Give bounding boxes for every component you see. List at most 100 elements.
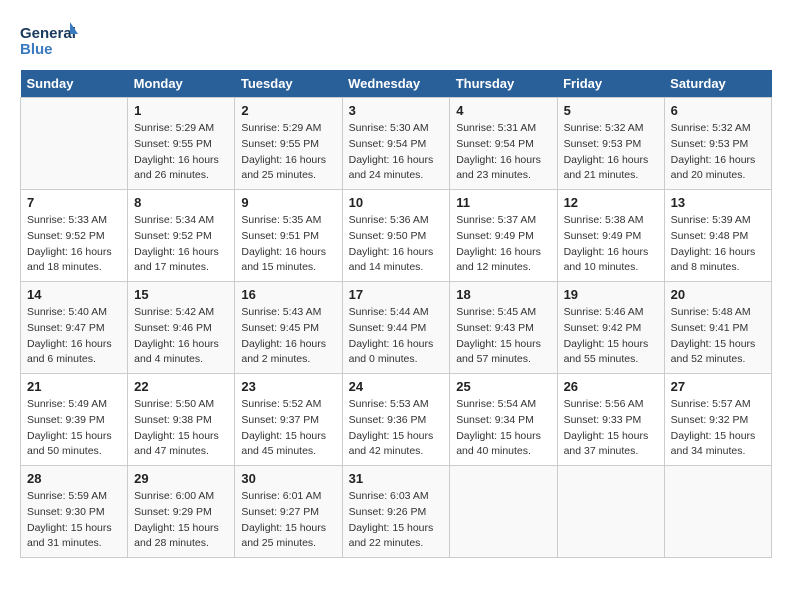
calendar-cell: 14 Sunrise: 5:40 AM Sunset: 9:47 PM Dayli…	[21, 282, 128, 374]
svg-text:Blue: Blue	[20, 41, 53, 58]
day-info: Sunrise: 5:57 AM Sunset: 9:32 PM Dayligh…	[671, 397, 765, 460]
weekday-header-cell: Tuesday	[235, 70, 342, 98]
calendar-cell	[450, 466, 557, 558]
calendar-cell: 28 Sunrise: 5:59 AM Sunset: 9:30 PM Dayli…	[21, 466, 128, 558]
day-number: 10	[349, 195, 444, 210]
day-info: Sunrise: 5:50 AM Sunset: 9:38 PM Dayligh…	[134, 397, 228, 460]
day-number: 17	[349, 287, 444, 302]
day-number: 19	[564, 287, 658, 302]
day-number: 2	[241, 103, 335, 118]
day-number: 28	[27, 471, 121, 486]
day-info: Sunrise: 5:29 AM Sunset: 9:55 PM Dayligh…	[241, 121, 335, 184]
weekday-header-cell: Thursday	[450, 70, 557, 98]
day-info: Sunrise: 5:38 AM Sunset: 9:49 PM Dayligh…	[564, 213, 658, 276]
calendar-cell	[664, 466, 771, 558]
calendar-cell: 15Sunrise: 5:42 AM Sunset: 9:46 PM Dayli…	[128, 282, 235, 374]
day-info: Sunrise: 5:30 AM Sunset: 9:54 PM Dayligh…	[349, 121, 444, 184]
day-number: 31	[349, 471, 444, 486]
day-info: Sunrise: 5:29 AM Sunset: 9:55 PM Dayligh…	[134, 121, 228, 184]
calendar-cell: 21 Sunrise: 5:49 AM Sunset: 9:39 PM Dayli…	[21, 374, 128, 466]
calendar-cell: 10 Sunrise: 5:36 AM Sunset: 9:50 PM Dayli…	[342, 190, 450, 282]
day-info: Sunrise: 5:52 AM Sunset: 9:37 PM Dayligh…	[241, 397, 335, 460]
day-number: 8	[134, 195, 228, 210]
day-number: 3	[349, 103, 444, 118]
calendar-cell: 31 Sunrise: 6:03 AM Sunset: 9:26 PM Dayli…	[342, 466, 450, 558]
calendar-cell: 25Sunrise: 5:54 AM Sunset: 9:34 PM Dayli…	[450, 374, 557, 466]
calendar-week-row: 1 Sunrise: 5:29 AM Sunset: 9:55 PM Daylig…	[21, 98, 772, 190]
day-number: 18	[456, 287, 550, 302]
day-info: Sunrise: 5:45 AM Sunset: 9:43 PM Dayligh…	[456, 305, 550, 368]
calendar-week-row: 28 Sunrise: 5:59 AM Sunset: 9:30 PM Dayli…	[21, 466, 772, 558]
calendar-cell: 19 Sunrise: 5:46 AM Sunset: 9:42 PM Dayli…	[557, 282, 664, 374]
day-number: 23	[241, 379, 335, 394]
calendar-cell: 13 Sunrise: 5:39 AM Sunset: 9:48 PM Dayli…	[664, 190, 771, 282]
svg-text:General: General	[20, 25, 76, 42]
day-number: 16	[241, 287, 335, 302]
calendar-cell: 4Sunrise: 5:31 AM Sunset: 9:54 PM Daylig…	[450, 98, 557, 190]
day-info: Sunrise: 6:01 AM Sunset: 9:27 PM Dayligh…	[241, 489, 335, 552]
logo: GeneralBlue	[20, 20, 80, 60]
weekday-header-cell: Friday	[557, 70, 664, 98]
day-number: 13	[671, 195, 765, 210]
calendar-cell: 30Sunrise: 6:01 AM Sunset: 9:27 PM Dayli…	[235, 466, 342, 558]
day-info: Sunrise: 5:40 AM Sunset: 9:47 PM Dayligh…	[27, 305, 121, 368]
day-number: 20	[671, 287, 765, 302]
calendar-cell: 1 Sunrise: 5:29 AM Sunset: 9:55 PM Daylig…	[128, 98, 235, 190]
day-info: Sunrise: 5:49 AM Sunset: 9:39 PM Dayligh…	[27, 397, 121, 460]
day-info: Sunrise: 5:32 AM Sunset: 9:53 PM Dayligh…	[564, 121, 658, 184]
page-header: GeneralBlue	[20, 20, 772, 60]
calendar-cell: 5 Sunrise: 5:32 AM Sunset: 9:53 PM Daylig…	[557, 98, 664, 190]
calendar-cell: 12 Sunrise: 5:38 AM Sunset: 9:49 PM Dayli…	[557, 190, 664, 282]
weekday-header-cell: Wednesday	[342, 70, 450, 98]
calendar-cell: 6Sunrise: 5:32 AM Sunset: 9:53 PM Daylig…	[664, 98, 771, 190]
calendar-cell	[21, 98, 128, 190]
day-info: Sunrise: 5:37 AM Sunset: 9:49 PM Dayligh…	[456, 213, 550, 276]
calendar-cell: 24Sunrise: 5:53 AM Sunset: 9:36 PM Dayli…	[342, 374, 450, 466]
calendar-cell: 22Sunrise: 5:50 AM Sunset: 9:38 PM Dayli…	[128, 374, 235, 466]
calendar-cell: 27Sunrise: 5:57 AM Sunset: 9:32 PM Dayli…	[664, 374, 771, 466]
calendar-cell: 9 Sunrise: 5:35 AM Sunset: 9:51 PM Daylig…	[235, 190, 342, 282]
weekday-header-cell: Saturday	[664, 70, 771, 98]
calendar-cell: 8 Sunrise: 5:34 AM Sunset: 9:52 PM Daylig…	[128, 190, 235, 282]
calendar-cell: 18 Sunrise: 5:45 AM Sunset: 9:43 PM Dayli…	[450, 282, 557, 374]
day-number: 21	[27, 379, 121, 394]
logo-svg: GeneralBlue	[20, 20, 80, 60]
day-number: 1	[134, 103, 228, 118]
day-info: Sunrise: 5:35 AM Sunset: 9:51 PM Dayligh…	[241, 213, 335, 276]
day-number: 29	[134, 471, 228, 486]
calendar-cell: 26Sunrise: 5:56 AM Sunset: 9:33 PM Dayli…	[557, 374, 664, 466]
day-number: 14	[27, 287, 121, 302]
day-info: Sunrise: 5:33 AM Sunset: 9:52 PM Dayligh…	[27, 213, 121, 276]
day-number: 5	[564, 103, 658, 118]
day-number: 26	[564, 379, 658, 394]
day-info: Sunrise: 5:34 AM Sunset: 9:52 PM Dayligh…	[134, 213, 228, 276]
calendar-week-row: 21 Sunrise: 5:49 AM Sunset: 9:39 PM Dayli…	[21, 374, 772, 466]
day-info: Sunrise: 5:43 AM Sunset: 9:45 PM Dayligh…	[241, 305, 335, 368]
day-info: Sunrise: 5:59 AM Sunset: 9:30 PM Dayligh…	[27, 489, 121, 552]
weekday-header-cell: Monday	[128, 70, 235, 98]
calendar-cell: 7 Sunrise: 5:33 AM Sunset: 9:52 PM Daylig…	[21, 190, 128, 282]
day-info: Sunrise: 5:46 AM Sunset: 9:42 PM Dayligh…	[564, 305, 658, 368]
day-info: Sunrise: 5:53 AM Sunset: 9:36 PM Dayligh…	[349, 397, 444, 460]
calendar-cell: 17Sunrise: 5:44 AM Sunset: 9:44 PM Dayli…	[342, 282, 450, 374]
day-info: Sunrise: 5:36 AM Sunset: 9:50 PM Dayligh…	[349, 213, 444, 276]
weekday-header-row: SundayMondayTuesdayWednesdayThursdayFrid…	[21, 70, 772, 98]
day-info: Sunrise: 5:54 AM Sunset: 9:34 PM Dayligh…	[456, 397, 550, 460]
weekday-header-cell: Sunday	[21, 70, 128, 98]
calendar-cell: 11 Sunrise: 5:37 AM Sunset: 9:49 PM Dayli…	[450, 190, 557, 282]
day-number: 12	[564, 195, 658, 210]
calendar-cell: 3 Sunrise: 5:30 AM Sunset: 9:54 PM Daylig…	[342, 98, 450, 190]
day-info: Sunrise: 5:39 AM Sunset: 9:48 PM Dayligh…	[671, 213, 765, 276]
day-number: 9	[241, 195, 335, 210]
calendar-week-row: 14 Sunrise: 5:40 AM Sunset: 9:47 PM Dayli…	[21, 282, 772, 374]
day-number: 11	[456, 195, 550, 210]
day-info: Sunrise: 5:32 AM Sunset: 9:53 PM Dayligh…	[671, 121, 765, 184]
day-info: Sunrise: 6:03 AM Sunset: 9:26 PM Dayligh…	[349, 489, 444, 552]
calendar-cell	[557, 466, 664, 558]
calendar-body: 1 Sunrise: 5:29 AM Sunset: 9:55 PM Daylig…	[21, 98, 772, 558]
calendar-cell: 29Sunrise: 6:00 AM Sunset: 9:29 PM Dayli…	[128, 466, 235, 558]
calendar-cell: 2 Sunrise: 5:29 AM Sunset: 9:55 PM Daylig…	[235, 98, 342, 190]
day-info: Sunrise: 5:42 AM Sunset: 9:46 PM Dayligh…	[134, 305, 228, 368]
calendar-week-row: 7 Sunrise: 5:33 AM Sunset: 9:52 PM Daylig…	[21, 190, 772, 282]
day-number: 7	[27, 195, 121, 210]
